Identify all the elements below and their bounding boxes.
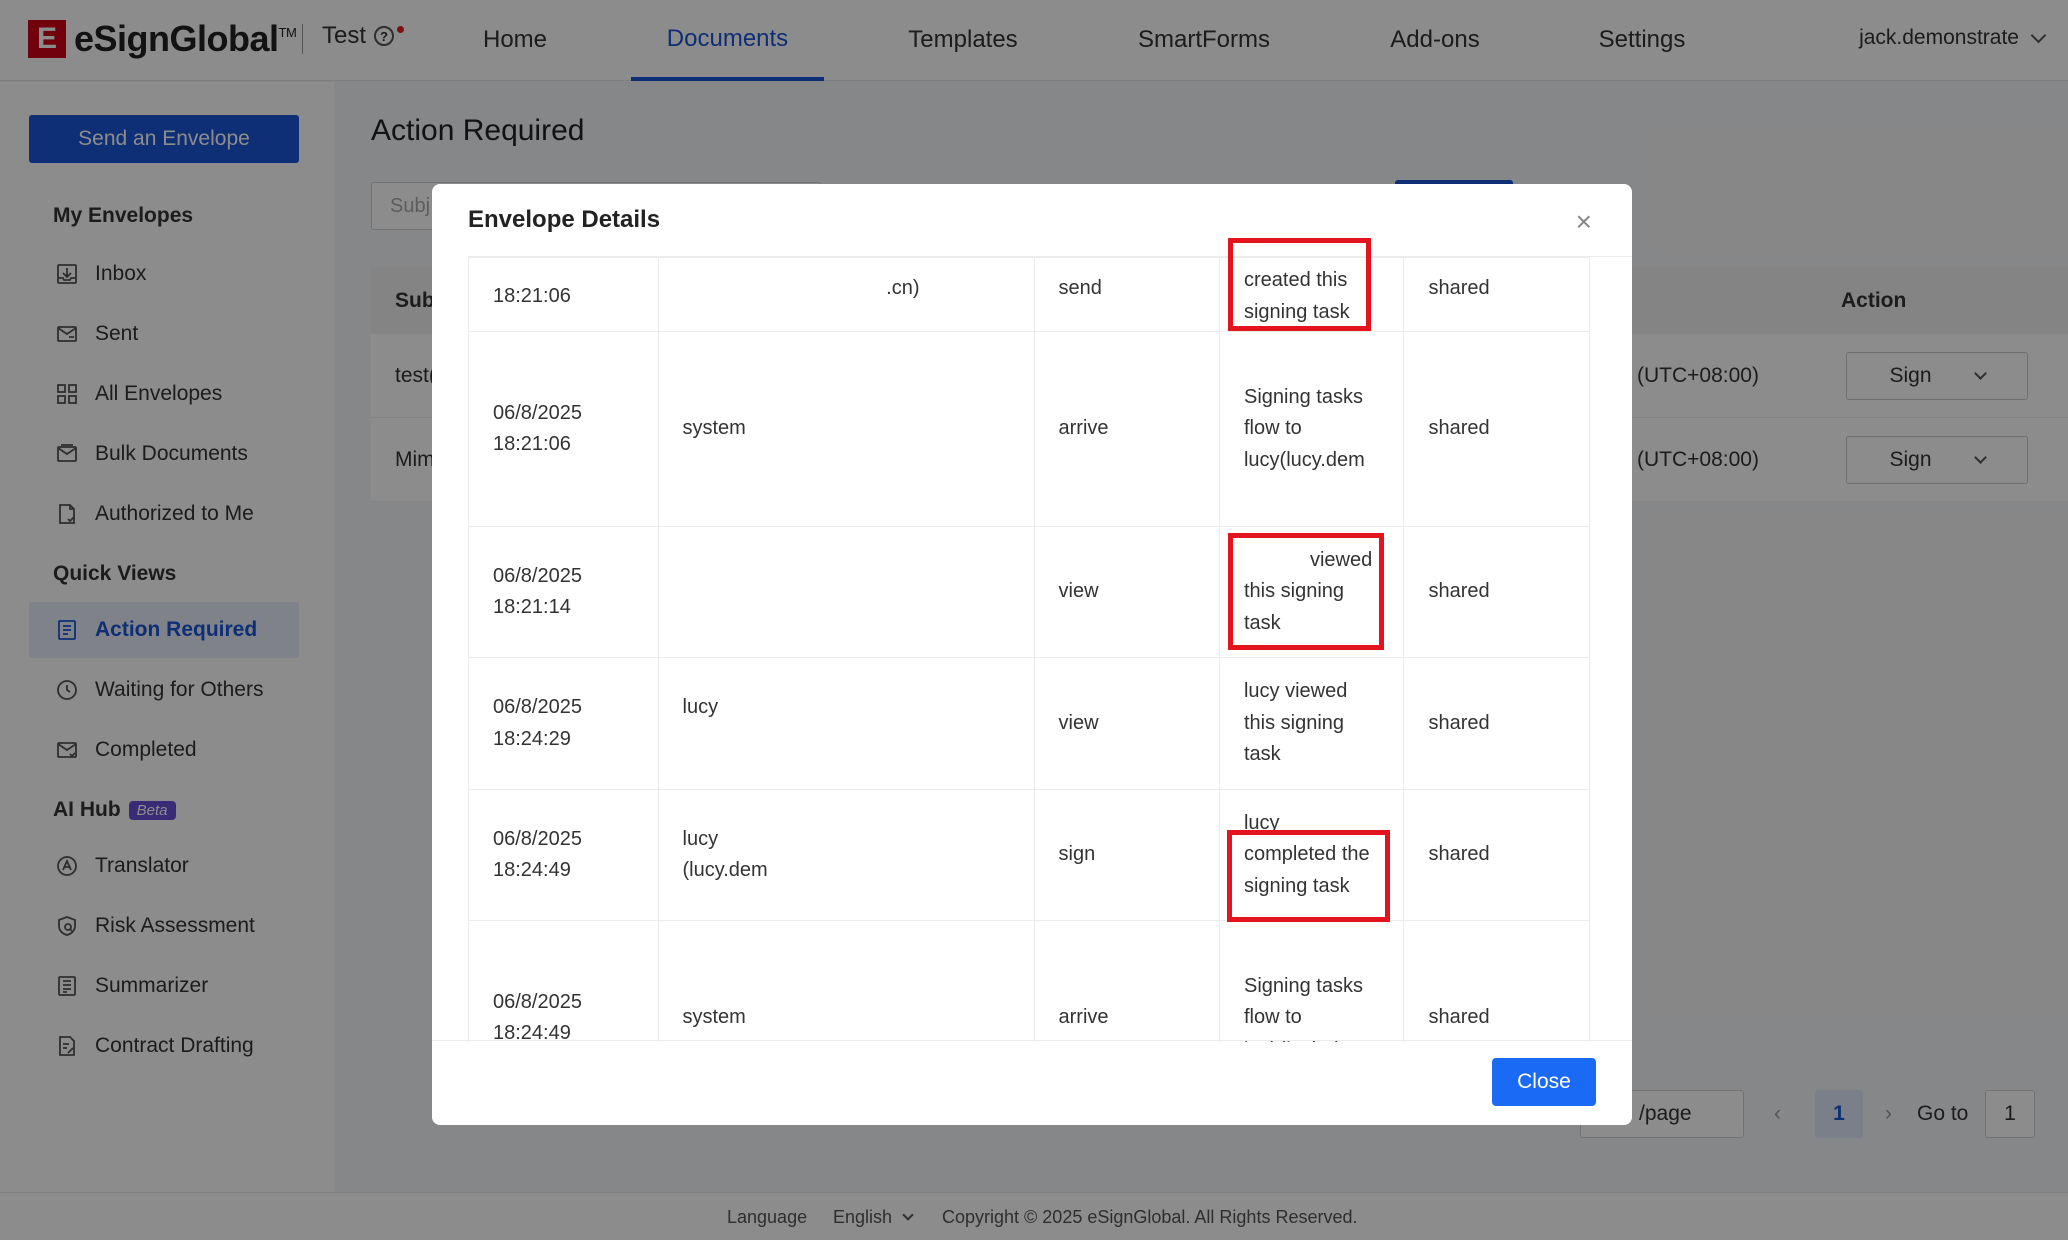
log-description: created this signing task	[1218, 257, 1405, 332]
log-description: Signing tasks flow to lucy(lucy.dem	[1218, 331, 1405, 527]
table-row: 18:21:06 .cn) send created this signing …	[468, 257, 1590, 332]
log-time: 06/8/2025 18:21:14	[468, 526, 659, 658]
log-description: lucy completed the signing task	[1218, 789, 1405, 921]
log-action: send	[1033, 257, 1220, 332]
log-action: arrive	[1033, 920, 1220, 1042]
log-action: sign	[1033, 789, 1220, 921]
log-operator: lucy (lucy.dem	[657, 789, 1035, 921]
log-permission: shared	[1403, 331, 1590, 527]
log-operator: system	[657, 331, 1035, 527]
log-description: Signing tasks flow to jack(jack.dem	[1218, 920, 1405, 1042]
log-time: 06/8/2025 18:21:06	[468, 331, 659, 527]
close-icon[interactable]: ×	[1576, 208, 1592, 236]
log-permission: shared	[1403, 526, 1590, 658]
log-time: 06/8/2025 18:24:49	[468, 920, 659, 1042]
log-action: view	[1033, 657, 1220, 790]
envelope-log-table: 18:21:06 .cn) send created this signing …	[468, 257, 1590, 1042]
table-row: 06/8/2025 18:24:29 lucy view lucy viewed…	[468, 657, 1590, 790]
log-permission: shared	[1403, 657, 1590, 790]
log-operator: system	[657, 920, 1035, 1042]
close-button[interactable]: Close	[1492, 1058, 1596, 1106]
log-permission: shared	[1403, 789, 1590, 921]
table-row: 06/8/2025 18:24:49 lucy (lucy.dem sign l…	[468, 789, 1590, 921]
log-description: lucy viewed this signing task	[1218, 657, 1405, 790]
table-row: 06/8/2025 18:21:06 system arrive Signing…	[468, 331, 1590, 527]
log-operator	[657, 526, 1035, 658]
log-time: 06/8/2025 18:24:29	[468, 657, 659, 790]
envelope-details-modal: Envelope Details × 18:21:06 .cn) send cr…	[432, 184, 1632, 1125]
log-action: arrive	[1033, 331, 1220, 527]
table-row: 06/8/2025 18:21:14 view viewed this sign…	[468, 526, 1590, 658]
log-operator: .cn)	[657, 257, 1035, 332]
log-time: 06/8/2025 18:24:49	[468, 789, 659, 921]
table-row: 06/8/2025 18:24:49 system arrive Signing…	[468, 920, 1590, 1042]
modal-footer: Close	[432, 1040, 1632, 1125]
log-permission: shared	[1403, 257, 1590, 332]
modal-title: Envelope Details	[468, 206, 661, 233]
log-description: viewed this signing task	[1218, 526, 1405, 658]
log-time: 18:21:06	[468, 257, 659, 332]
log-permission: shared	[1403, 920, 1590, 1042]
envelope-log-scroll-area[interactable]: 18:21:06 .cn) send created this signing …	[468, 256, 1632, 1042]
log-action: view	[1033, 526, 1220, 658]
log-operator: lucy	[657, 657, 1035, 790]
